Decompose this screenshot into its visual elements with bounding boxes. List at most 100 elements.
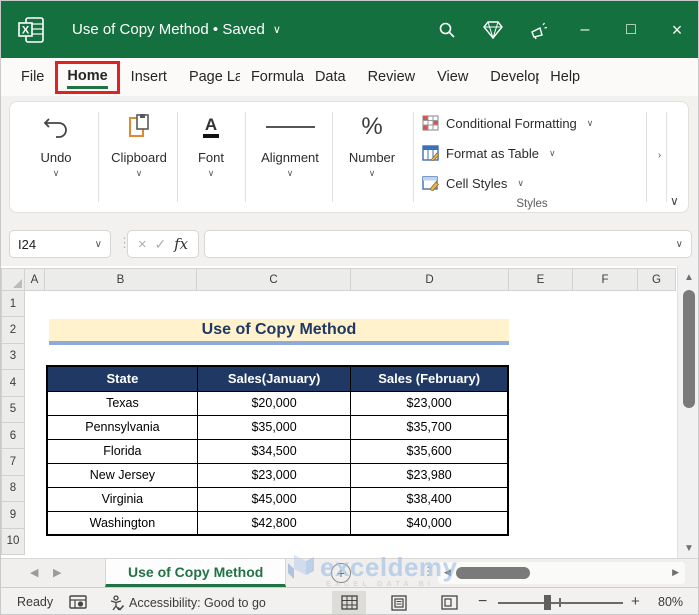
horizontal-scroll-thumb[interactable] — [456, 567, 530, 579]
sheet-tab-active[interactable]: Use of Copy Method — [105, 559, 286, 587]
cell-feb[interactable]: $23,980 — [351, 463, 508, 487]
normal-view-button[interactable] — [332, 591, 366, 614]
prev-sheet-arrow-icon[interactable]: ◀ — [30, 566, 38, 579]
scroll-up-arrow-icon[interactable]: ▲ — [684, 272, 694, 283]
zoom-level-label[interactable]: 80% — [658, 595, 683, 609]
header-state[interactable]: State — [47, 366, 197, 391]
column-header-b[interactable]: B — [45, 268, 197, 291]
horizontal-scrollbar[interactable]: ◀ ▶ — [438, 562, 685, 584]
record-macro-icon[interactable] — [69, 594, 87, 613]
row-header-1[interactable]: 1 — [1, 291, 25, 317]
row-header-10[interactable]: 10 — [1, 529, 25, 555]
worksheet-title-cell[interactable]: Use of Copy Method — [49, 319, 509, 345]
page-layout-view-button[interactable] — [382, 591, 416, 614]
collapse-ribbon-chevron-icon[interactable]: ∨ — [670, 194, 679, 208]
tab-view[interactable]: View — [426, 62, 479, 92]
name-box[interactable]: I24 ∨ — [9, 230, 111, 258]
alignment-chevron-icon[interactable]: ∨ — [287, 168, 294, 179]
row-header-2[interactable]: 2 — [1, 317, 25, 343]
zoom-in-button[interactable]: + — [631, 593, 640, 610]
cell-jan[interactable]: $45,000 — [197, 487, 350, 511]
cell-feb[interactable]: $38,400 — [351, 487, 508, 511]
cell-jan[interactable]: $42,800 — [197, 511, 350, 535]
select-all-button[interactable] — [1, 268, 25, 291]
tab-bar-options-dots-icon[interactable]: ⋮ — [422, 564, 434, 578]
search-icon[interactable] — [424, 1, 470, 58]
tab-home-active[interactable]: Home — [55, 61, 119, 94]
undo-group[interactable]: Undo ∨ — [26, 110, 86, 179]
cell-jan[interactable]: $20,000 — [197, 391, 350, 415]
clipboard-icon[interactable] — [127, 110, 151, 144]
number-percent-icon[interactable]: % — [361, 113, 382, 141]
format-as-table-button[interactable]: Format as Table ∨ — [422, 138, 642, 168]
premium-gem-icon[interactable] — [470, 1, 516, 58]
cancel-entry-icon[interactable]: × — [138, 236, 147, 253]
cell-state[interactable]: Pennsylvania — [47, 415, 197, 439]
tab-page-layout[interactable]: Page La — [178, 62, 240, 92]
insert-function-icon[interactable]: fx — [174, 235, 188, 253]
row-header-4[interactable]: 4 — [1, 370, 25, 396]
column-header-e[interactable]: E — [509, 268, 573, 291]
row-header-7[interactable]: 7 — [1, 449, 25, 475]
cell-styles-button[interactable]: Cell Styles ∨ — [422, 168, 642, 198]
tab-insert[interactable]: Insert — [120, 62, 178, 92]
cell-state[interactable]: Washington — [47, 511, 197, 535]
cell-state[interactable]: Florida — [47, 439, 197, 463]
tab-developer[interactable]: Develop — [479, 62, 539, 92]
header-sales-january[interactable]: Sales(January) — [197, 366, 350, 391]
cell-feb[interactable]: $35,700 — [351, 415, 508, 439]
vertical-scrollbar[interactable]: ▲ ▼ — [677, 266, 699, 558]
cell-jan[interactable]: $23,000 — [197, 463, 350, 487]
whats-new-megaphone-icon[interactable] — [516, 1, 562, 58]
cell-feb[interactable]: $40,000 — [351, 511, 508, 535]
font-chevron-icon[interactable]: ∨ — [208, 168, 215, 179]
zoom-slider-thumb[interactable] — [544, 595, 551, 610]
cell-state[interactable]: New Jersey — [47, 463, 197, 487]
new-sheet-button[interactable]: + — [331, 563, 351, 583]
zoom-slider-track[interactable] — [498, 602, 623, 604]
accessibility-status[interactable]: Accessibility: Good to go — [109, 595, 266, 611]
vertical-scroll-thumb[interactable] — [683, 290, 695, 408]
cell-feb[interactable]: $35,600 — [351, 439, 508, 463]
page-break-preview-button[interactable] — [432, 591, 466, 614]
tab-data[interactable]: Data — [304, 62, 357, 92]
cell-feb[interactable]: $23,000 — [351, 391, 508, 415]
tab-file[interactable]: File — [10, 62, 55, 92]
row-header-3[interactable]: 3 — [1, 344, 25, 370]
cell-jan[interactable]: $35,000 — [197, 415, 350, 439]
row-header-5[interactable]: 5 — [1, 397, 25, 423]
scroll-left-arrow-icon[interactable]: ◀ — [444, 567, 451, 578]
row-header-8[interactable]: 8 — [1, 476, 25, 502]
zoom-out-button[interactable]: − — [478, 593, 487, 611]
sheet-cells[interactable]: Use of Copy Method State Sales(January) … — [26, 291, 676, 558]
title-dropdown-chevron-icon[interactable]: ∨ — [273, 23, 281, 36]
clipboard-chevron-icon[interactable]: ∨ — [136, 168, 143, 179]
tab-formulas[interactable]: Formula — [240, 62, 304, 92]
scroll-right-arrow-icon[interactable]: ▶ — [672, 567, 679, 578]
scroll-down-arrow-icon[interactable]: ▼ — [684, 543, 694, 554]
next-sheet-arrow-icon[interactable]: ▶ — [53, 566, 61, 579]
column-header-f[interactable]: F — [573, 268, 638, 291]
undo-chevron-icon[interactable]: ∨ — [53, 168, 60, 179]
minimize-button[interactable]: – — [562, 1, 608, 58]
confirm-entry-icon[interactable]: ✓ — [155, 236, 167, 253]
conditional-formatting-button[interactable]: Conditional Formatting ∨ — [422, 108, 642, 138]
cell-state[interactable]: Texas — [47, 391, 197, 415]
row-header-6[interactable]: 6 — [1, 423, 25, 449]
undo-icon[interactable] — [43, 110, 69, 144]
ribbon-more-button[interactable]: › — [653, 150, 666, 161]
header-sales-february[interactable]: Sales (February) — [351, 366, 508, 391]
alignment-group[interactable]: Alignment ∨ — [250, 110, 330, 179]
number-chevron-icon[interactable]: ∨ — [369, 168, 376, 179]
clipboard-group[interactable]: Clipboard ∨ — [102, 110, 176, 179]
formula-input[interactable]: ∨ — [204, 230, 692, 258]
tab-review[interactable]: Review — [357, 62, 427, 92]
expand-formula-bar-chevron-icon[interactable]: ∨ — [676, 239, 683, 250]
row-header-9[interactable]: 9 — [1, 502, 25, 528]
cell-jan[interactable]: $34,500 — [197, 439, 350, 463]
column-header-a[interactable]: A — [25, 268, 45, 291]
name-box-chevron-icon[interactable]: ∨ — [95, 239, 102, 250]
column-header-g[interactable]: G — [638, 268, 676, 291]
font-group[interactable]: A Font ∨ — [182, 110, 240, 179]
font-icon[interactable]: A — [203, 116, 219, 139]
